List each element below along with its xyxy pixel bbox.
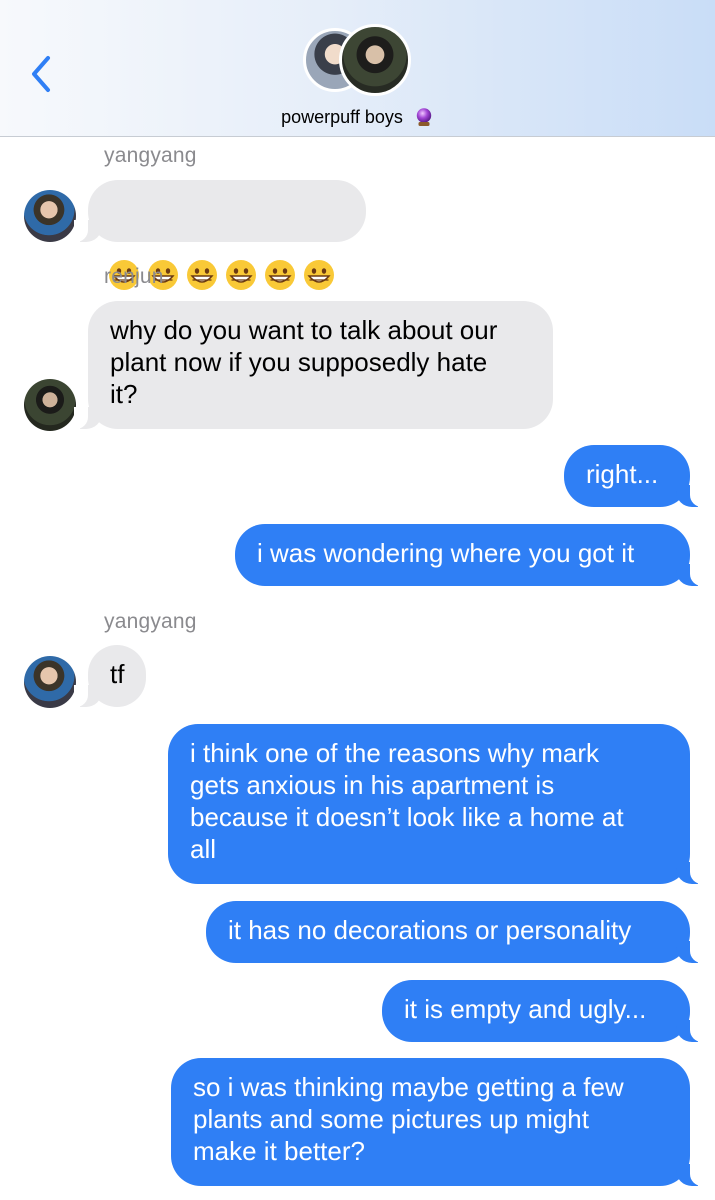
avatar[interactable] [24, 190, 76, 242]
message-bubble[interactable] [74, 180, 366, 290]
message-bubble[interactable]: so i was thinking maybe getting a few pl… [171, 1058, 704, 1186]
avatar[interactable] [24, 656, 76, 708]
group-title: powerpuff boys [281, 106, 403, 127]
member-avatar [339, 24, 411, 96]
message-bubble[interactable]: i was wondering where you got it [235, 524, 704, 586]
crystal-ball-icon [416, 108, 432, 127]
grinning-face-icon [187, 260, 217, 290]
message-bubble[interactable]: right... [564, 445, 704, 507]
grinning-face-icon [226, 260, 256, 290]
group-avatar[interactable] [303, 24, 413, 96]
message-bubble[interactable]: tf [74, 645, 146, 707]
sender-name: yangyang [104, 144, 197, 167]
conversation-header: powerpuff boys [0, 0, 715, 137]
message-bubble[interactable]: why do you want to talk about our plant … [74, 301, 553, 429]
message-bubble[interactable]: i think one of the reasons why mark gets… [168, 724, 704, 884]
grinning-face-icon [265, 260, 295, 290]
grinning-face-icon [304, 260, 334, 290]
group-title-row[interactable]: powerpuff boys [0, 106, 715, 128]
chevron-left-icon[interactable] [26, 52, 56, 96]
message-bubble[interactable]: it has no decorations or personality [206, 901, 704, 963]
sender-name: renjun [104, 265, 164, 288]
avatar[interactable] [24, 379, 76, 431]
sender-name: yangyang [104, 610, 197, 633]
message-bubble[interactable]: it is empty and ugly... [382, 980, 704, 1042]
